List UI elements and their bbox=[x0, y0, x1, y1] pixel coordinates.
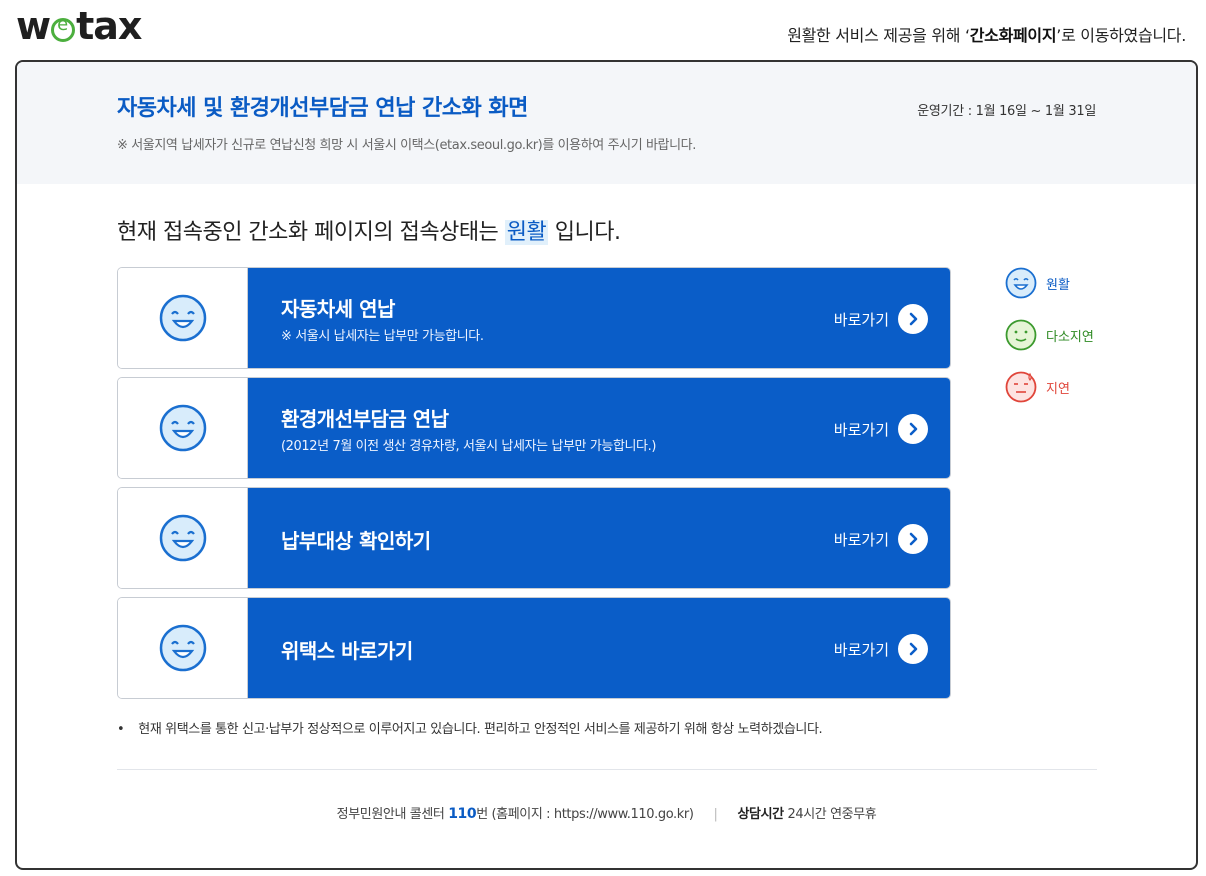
smile-face-icon bbox=[159, 514, 206, 562]
menu-label: 납부대상 확인하기 bbox=[281, 529, 431, 553]
menu-body: 위택스 바로가기 바로가기 bbox=[248, 598, 950, 698]
hours-value: 24시간 연중무휴 bbox=[783, 807, 877, 822]
legend-item-moderate: 다소지연 bbox=[1005, 319, 1094, 351]
chevron-right-icon bbox=[898, 414, 928, 444]
wetax-logo[interactable]: wtax bbox=[16, 4, 142, 48]
hours-label: 상담시간 bbox=[737, 807, 785, 822]
menu-desc: ※ 서울시 납세자는 납부만 가능합니다. bbox=[281, 329, 484, 344]
menu-list: 자동차세 연납 ※ 서울시 납세자는 납부만 가능합니다. 바로가기 환경개선부… bbox=[117, 267, 951, 707]
callcenter-number: 110 bbox=[448, 806, 477, 822]
top-redirect-notice: 원활한 서비스 제공을 위해 ‘간소화페이지’로 이동하였습니다. bbox=[787, 26, 1186, 45]
legend-item-good: 원활 bbox=[1005, 267, 1094, 299]
logo-prefix: w bbox=[16, 4, 51, 48]
chevron-right-icon bbox=[898, 524, 928, 554]
menu-body: 납부대상 확인하기 바로가기 bbox=[248, 488, 950, 588]
header-band: 자동차세 및 환경개선부담금 연납 간소화 화면 운영기간 : 1월 16일 ~… bbox=[17, 62, 1196, 184]
menu-label: 자동차세 연납 bbox=[281, 297, 395, 321]
status-value: 원활 bbox=[504, 220, 549, 245]
go-button[interactable]: 바로가기 bbox=[834, 634, 928, 664]
menu-body: 환경개선부담금 연납 (2012년 7월 이전 생산 경유차량, 서울시 납세자… bbox=[248, 378, 950, 478]
menu-car-tax-annual[interactable]: 자동차세 연납 ※ 서울시 납세자는 납부만 가능합니다. 바로가기 bbox=[117, 267, 951, 369]
smile-face-icon bbox=[1005, 267, 1037, 299]
logo-suffix: tax bbox=[76, 4, 142, 48]
go-button[interactable]: 바로가기 bbox=[834, 304, 928, 334]
footer-separator: | bbox=[713, 807, 718, 822]
operation-period: 운영기간 : 1월 16일 ~ 1월 31일 bbox=[917, 104, 1096, 119]
status-face-cell bbox=[118, 378, 248, 478]
service-notice: 현재 위택스를 통한 신고·납부가 정상적으로 이루어지고 있습니다. 편리하고… bbox=[117, 718, 822, 737]
legend-item-delay: 지연 bbox=[1005, 371, 1094, 403]
go-button[interactable]: 바로가기 bbox=[834, 414, 928, 444]
go-button[interactable]: 바로가기 bbox=[834, 524, 928, 554]
status-face-cell bbox=[118, 598, 248, 698]
footer: 정부민원안내 콜센터 110번 (홈페이지 : https://www.110.… bbox=[336, 806, 877, 822]
menu-wetax-shortcut[interactable]: 위택스 바로가기 바로가기 bbox=[117, 597, 951, 699]
legend-label: 원활 bbox=[1046, 277, 1070, 293]
page-title: 자동차세 및 환경개선부담금 연납 간소화 화면 bbox=[117, 96, 528, 121]
menu-body: 자동차세 연납 ※ 서울시 납세자는 납부만 가능합니다. 바로가기 bbox=[248, 268, 950, 368]
sad-face-icon bbox=[1005, 371, 1037, 403]
status-legend: 원활 다소지연 지연 bbox=[1005, 267, 1094, 423]
legend-label: 지연 bbox=[1046, 381, 1070, 397]
menu-check-target[interactable]: 납부대상 확인하기 바로가기 bbox=[117, 487, 951, 589]
status-face-cell bbox=[118, 268, 248, 368]
divider bbox=[117, 769, 1097, 770]
menu-env-charge-annual[interactable]: 환경개선부담금 연납 (2012년 7월 이전 생산 경유차량, 서울시 납세자… bbox=[117, 377, 951, 479]
menu-label: 위택스 바로가기 bbox=[281, 639, 413, 663]
smile-face-icon bbox=[159, 624, 206, 672]
simplified-page-frame: 자동차세 및 환경개선부담금 연납 간소화 화면 운영기간 : 1월 16일 ~… bbox=[15, 60, 1198, 870]
chevron-right-icon bbox=[898, 304, 928, 334]
smile-face-icon bbox=[159, 404, 206, 452]
menu-desc: (2012년 7월 이전 생산 경유차량, 서울시 납세자는 납부만 가능합니다… bbox=[281, 439, 657, 454]
seoul-notice: ※ 서울지역 납세자가 신규로 연납신청 희망 시 서울시 이택스(etax.s… bbox=[117, 138, 696, 153]
menu-label: 환경개선부담금 연납 bbox=[281, 407, 449, 431]
legend-label: 다소지연 bbox=[1046, 329, 1094, 345]
chevron-right-icon bbox=[898, 634, 928, 664]
logo-e-ring-icon bbox=[51, 14, 76, 42]
status-face-cell bbox=[118, 488, 248, 588]
smile-face-icon bbox=[159, 294, 206, 342]
connection-status: 현재 접속중인 간소화 페이지의 접속상태는 원활 입니다. bbox=[117, 220, 621, 245]
neutral-face-icon bbox=[1005, 319, 1037, 351]
